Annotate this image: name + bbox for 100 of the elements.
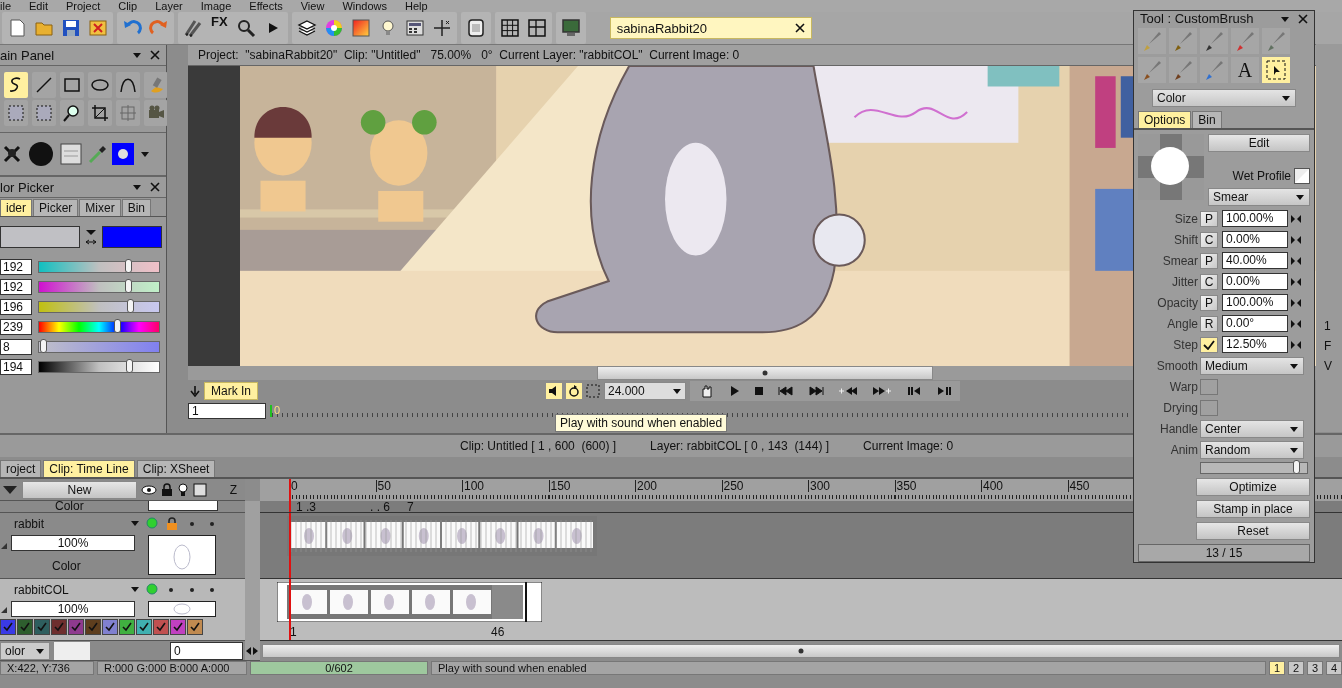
grip-icon[interactable] (762, 370, 768, 376)
visible-dot-icon[interactable] (146, 583, 158, 595)
opacity-field[interactable]: 100% (11, 601, 135, 617)
close-icon[interactable] (150, 50, 160, 60)
action-button[interactable]: Stamp in place (1196, 500, 1310, 518)
tab[interactable]: Options (1138, 111, 1192, 128)
value-field[interactable]: 239 (0, 319, 32, 335)
blob-icon[interactable] (28, 141, 54, 167)
project-field[interactable]: sabinaRabbit20 (609, 17, 812, 39)
first-frame-icon[interactable] (778, 386, 794, 396)
offset-field[interactable]: 0 (170, 641, 243, 660)
page-tab[interactable]: 2 (1288, 661, 1304, 675)
mode-button[interactable]: P (1200, 210, 1218, 227)
page-tab[interactable]: 1 (1269, 661, 1285, 675)
layer-name[interactable]: rabbitCOL (14, 583, 69, 597)
play-icon[interactable] (730, 385, 740, 397)
blend-mode[interactable]: Color (55, 501, 84, 512)
dot-icon[interactable] (190, 588, 194, 592)
expand-icon[interactable] (0, 605, 8, 614)
color-checkbox[interactable] (0, 619, 16, 635)
step-back-icon[interactable] (906, 386, 922, 396)
stepper-icon[interactable] (1290, 276, 1302, 287)
fps-dropdown[interactable]: 24.000 (604, 382, 686, 400)
mode-button[interactable]: C (1200, 273, 1218, 290)
axes-icon[interactable] (431, 18, 452, 38)
layer-name[interactable]: rabbit (14, 517, 45, 531)
stepper-icon[interactable] (1290, 234, 1302, 245)
value-field[interactable]: 192 (0, 259, 32, 275)
add-before-icon[interactable] (838, 386, 858, 396)
value-field[interactable]: 0.00° (1222, 315, 1288, 332)
caret-icon[interactable] (1280, 14, 1290, 23)
tab[interactable]: Bin (121, 199, 152, 216)
color-checkbox[interactable] (102, 619, 118, 635)
tab[interactable]: Mixer (79, 199, 121, 216)
add-after-icon[interactable] (872, 386, 892, 396)
horizontal-arrows-icon[interactable] (245, 645, 259, 656)
color-slider[interactable] (38, 321, 160, 333)
light-bulb-icon[interactable] (177, 482, 189, 497)
menu-item[interactable]: Help (405, 0, 428, 12)
square-icon[interactable] (193, 482, 207, 497)
color-checkbox[interactable] (136, 619, 152, 635)
step-forward-icon[interactable] (936, 386, 952, 396)
effects-button[interactable]: FX (208, 14, 231, 42)
slider-thumb[interactable] (127, 299, 135, 313)
page-tab[interactable]: 3 (1307, 661, 1323, 675)
stepper-icon[interactable] (1290, 339, 1302, 350)
lock-icon[interactable] (166, 517, 178, 531)
current-color[interactable] (102, 226, 162, 248)
edit-button[interactable]: Edit (1208, 134, 1310, 152)
menu-item[interactable]: Image (200, 0, 232, 12)
option-dropdown[interactable]: Medium (1200, 357, 1304, 375)
tab[interactable]: roject (0, 460, 42, 477)
slider[interactable] (1200, 462, 1308, 474)
color-checkbox[interactable] (170, 619, 186, 635)
color-checkbox[interactable] (187, 619, 203, 635)
profile-icon[interactable] (1294, 168, 1310, 184)
search-icon[interactable] (235, 18, 256, 38)
color-slider[interactable] (38, 281, 160, 293)
frame-icon[interactable] (465, 18, 486, 38)
frame-field[interactable]: 1 (188, 403, 266, 419)
save-icon[interactable] (61, 18, 81, 38)
tab[interactable]: Bin (1192, 111, 1222, 128)
checkbox[interactable] (1200, 399, 1218, 416)
option-dropdown[interactable]: Center (1200, 420, 1304, 438)
menu-item[interactable]: Layer (155, 0, 183, 12)
close-file-icon[interactable] (88, 18, 108, 38)
option-dropdown[interactable]: Random (1200, 441, 1304, 459)
tab[interactable]: Clip: XSheet (136, 460, 216, 477)
stepper-icon[interactable] (1290, 297, 1302, 308)
color-checkbox[interactable] (17, 619, 33, 635)
tab[interactable]: Picker (33, 199, 79, 216)
menu-item[interactable]: Project (66, 0, 101, 12)
crossbones-icon[interactable] (2, 144, 22, 164)
layer-row[interactable]: rabbitCOL 100% (0, 579, 245, 641)
lock-icon[interactable] (161, 482, 173, 497)
dot-icon[interactable] (169, 588, 173, 592)
close-icon[interactable] (794, 23, 805, 33)
menu-item[interactable]: Windows (342, 0, 387, 12)
color-wheel-icon[interactable] (323, 18, 344, 38)
value-field[interactable]: 100.00% (1222, 210, 1288, 227)
value-field[interactable]: 0.00% (1222, 273, 1288, 290)
tab[interactable]: ider (0, 199, 32, 216)
eye-icon[interactable] (141, 483, 157, 496)
color-slider[interactable] (38, 301, 160, 313)
caret-icon[interactable] (130, 585, 140, 593)
grip-icon[interactable] (798, 648, 804, 654)
value-field[interactable]: 0.00% (1222, 231, 1288, 248)
slider-thumb[interactable] (114, 319, 121, 333)
texture-icon[interactable] (60, 143, 82, 165)
value-field[interactable]: 192 (0, 279, 32, 295)
clip-bar[interactable] (277, 582, 542, 622)
color-checkbox[interactable] (68, 619, 84, 635)
value-field[interactable]: 196 (0, 299, 32, 315)
layers-icon[interactable] (296, 18, 317, 38)
caret-icon[interactable] (140, 150, 150, 158)
blend-dropdown[interactable]: olor (0, 641, 50, 660)
value-field[interactable]: 194 (0, 359, 32, 375)
caret-icon[interactable] (130, 519, 140, 527)
swap-icon[interactable] (84, 227, 98, 247)
expand-icon[interactable] (0, 541, 8, 550)
